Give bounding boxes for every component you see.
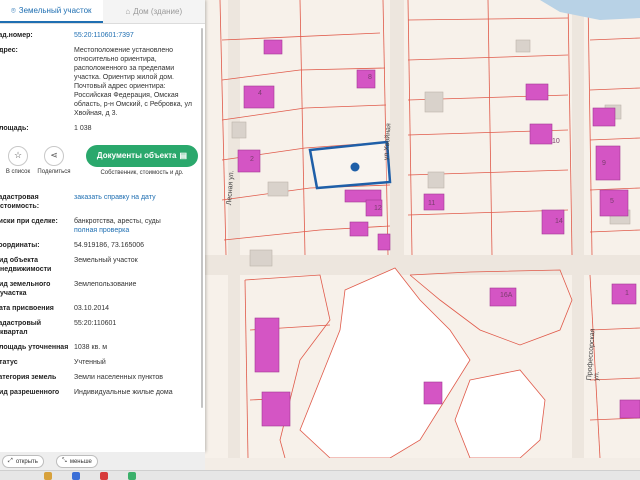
field-value: 55:20:110601 — [74, 320, 117, 327]
parcels-right — [407, 0, 640, 256]
field-label: Площадь уточненная — [0, 344, 69, 351]
field-row: Координаты: 54.919186, 73.165006 — [0, 238, 205, 253]
field-row: Риски при сделке: банкротства, аресты, с… — [0, 214, 205, 238]
field-value: 03.10.2014 — [74, 305, 110, 312]
taskbar-app-icon[interactable] — [128, 472, 136, 480]
less-label: меньше — [69, 458, 92, 465]
share-button[interactable]: ⋖ Поделиться — [36, 145, 72, 175]
taskbar-app-icon[interactable] — [44, 472, 52, 480]
less-button[interactable]: ⤡ меньше — [56, 455, 98, 468]
field-label: Вид объекта недвижимости — [0, 257, 52, 273]
open-label: открыть — [15, 458, 38, 465]
add-to-list-label: В список — [5, 168, 31, 175]
field-label: Площадь: — [0, 125, 29, 132]
panel-tabs: ⌾ Земельный участок ⌂ Дом (здание) — [0, 0, 205, 24]
house-number: 5 — [610, 198, 614, 205]
documents-block: Документы объекта ▤ Собственник, стоимос… — [86, 144, 198, 176]
full-check-link[interactable]: полная проверка — [74, 226, 198, 235]
house-number: 1 — [625, 290, 629, 297]
water-area — [540, 0, 640, 20]
field-row: Кадастровый квартал 55:20:110601 — [0, 316, 205, 340]
share-label: Поделиться — [37, 168, 71, 175]
field-label: Категория земель — [0, 374, 57, 381]
field-row: Вид объекта недвижимости Земельный участ… — [0, 253, 205, 277]
field-row: Площадь: 1 038 — [0, 121, 205, 136]
field-label: Дата присвоения — [0, 305, 54, 312]
field-label: Риски при сделке: — [0, 218, 58, 225]
house-number: 16А — [500, 292, 513, 299]
cadastral-number-link[interactable]: 55:20:110601:7397 — [74, 31, 198, 40]
house-number: 11 — [428, 200, 436, 207]
field-value: Землепользование — [74, 281, 137, 288]
share-icon: ⋖ — [44, 145, 64, 166]
road-right — [572, 0, 584, 458]
documents-button[interactable]: Документы объекта ▤ — [86, 144, 198, 167]
documents-button-label: Документы объекта — [96, 151, 177, 160]
tab-land-label: Земельный участок — [18, 6, 92, 15]
tab-house[interactable]: ⌂ Дом (здание) — [103, 0, 206, 23]
tab-house-label: Дом (здание) — [133, 7, 183, 16]
selected-parcel-marker[interactable] — [350, 162, 360, 172]
risks-text: банкротства, аресты, суды — [74, 218, 161, 225]
field-label: Координаты: — [0, 242, 40, 249]
object-info-panel: ⌾ Земельный участок ⌂ Дом (здание) Кад.н… — [0, 0, 205, 452]
field-value: Учтенный — [74, 359, 106, 366]
order-certificate-link[interactable]: заказать справку на дату — [74, 193, 198, 211]
taskbar-app-icon[interactable] — [100, 472, 108, 480]
open-button[interactable]: ⤢ открыть — [2, 455, 44, 468]
tab-land[interactable]: ⌾ Земельный участок — [0, 0, 103, 23]
field-label: Кадастровый квартал — [0, 320, 42, 336]
risks-value: банкротства, аресты, суды полная проверк… — [74, 217, 198, 235]
road-lesnaya — [228, 0, 240, 458]
house-number: 8 — [368, 74, 372, 81]
house-number: 4 — [258, 90, 262, 97]
add-to-list-button[interactable]: ☆ В список — [0, 145, 36, 175]
collapse-icon: ⤡ — [62, 458, 67, 464]
field-row: Кад.номер: 55:20:110601:7397 — [0, 28, 205, 43]
address-value: Местоположение установлено относительно … — [74, 47, 192, 117]
area-value: 1 038 — [74, 125, 92, 132]
expand-icon: ⤢ — [8, 458, 13, 464]
field-row: Статус Учтенный — [0, 355, 205, 370]
action-bar: ☆ В список ⋖ Поделиться Документы объект… — [0, 140, 205, 180]
detail-fields: Кадастровая стоимость: заказать справку … — [0, 186, 205, 400]
field-label: Кад.номер: — [0, 32, 33, 39]
star-icon: ☆ — [8, 145, 28, 166]
document-icon: ▤ — [179, 151, 188, 160]
field-value: Земельный участок — [74, 257, 138, 264]
field-row: Адрес: Местоположение установлено относи… — [0, 43, 205, 121]
pin-icon: ⌾ — [10, 5, 16, 15]
taskbar — [0, 470, 640, 480]
house-icon: ⌂ — [125, 7, 131, 16]
documents-subtitle: Собственник, стоимость и др. — [100, 169, 184, 176]
taskbar-app-icon[interactable] — [72, 472, 80, 480]
field-row: Вид разрешенного Индивидуальные жилые до… — [0, 385, 205, 400]
house-number: 14 — [555, 218, 563, 225]
park-area — [299, 267, 471, 458]
field-row: Вид земельного участка Землепользование — [0, 277, 205, 301]
field-label: Адрес: — [0, 47, 18, 54]
house-number: 2 — [250, 156, 254, 163]
panel-bottom-bar: ⤢ открыть ⤡ меньше — [0, 452, 205, 470]
field-row: Площадь уточненная 1038 кв. м — [0, 340, 205, 355]
field-value: Индивидуальные жилые дома — [74, 389, 173, 396]
field-row: Кадастровая стоимость: заказать справку … — [0, 190, 205, 214]
field-row: Категория земель Земли населенных пункто… — [0, 370, 205, 385]
park-area-2 — [454, 369, 546, 458]
main-fields: Кад.номер: 55:20:110601:7397 Адрес: Мест… — [0, 24, 205, 136]
house-number: 12 — [374, 205, 382, 212]
house-number: 10 — [552, 138, 560, 145]
selected-parcel[interactable] — [308, 140, 392, 190]
field-label: Вид земельного участка — [0, 281, 51, 297]
house-number: 9 — [602, 160, 606, 167]
field-value: 1038 кв. м — [74, 344, 108, 351]
field-value: Земли населенных пунктов — [74, 374, 164, 381]
panel-scrollbar[interactable] — [201, 28, 203, 408]
field-label: Статус — [0, 359, 18, 366]
field-label: Вид разрешенного — [0, 389, 60, 396]
coordinates-value: 54.919186, 73.165006 — [74, 242, 145, 249]
field-label: Кадастровая стоимость: — [0, 194, 40, 210]
field-row: Дата присвоения 03.10.2014 — [0, 301, 205, 316]
